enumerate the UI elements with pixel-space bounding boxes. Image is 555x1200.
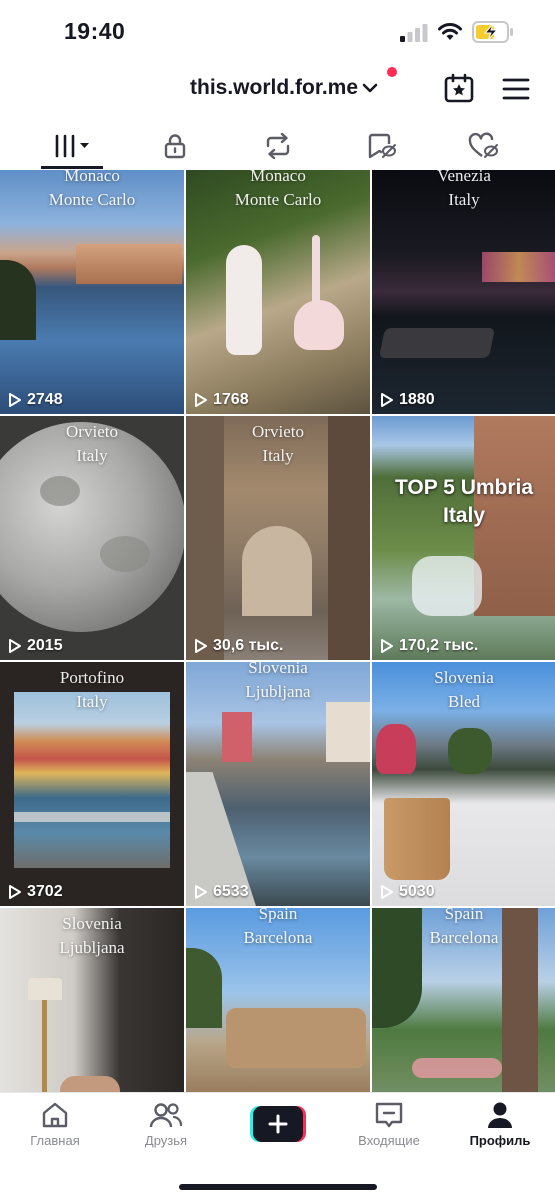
video-thumbnail[interactable]: Slovenia Bled 5030 [372, 662, 555, 906]
play-icon [381, 885, 393, 899]
play-icon [195, 393, 207, 407]
play-icon [9, 393, 21, 407]
view-count: 2748 [8, 391, 63, 409]
calendar-star-icon[interactable] [444, 73, 474, 103]
chevron-down-icon [362, 83, 378, 93]
nav-profile-label: Профиль [469, 1133, 531, 1148]
video-caption: Orvieto Italy [252, 422, 304, 465]
hamburger-menu-icon[interactable] [502, 77, 530, 101]
video-caption: Spain Barcelona [429, 908, 499, 947]
play-icon [9, 885, 21, 899]
wifi-icon [438, 23, 462, 40]
video-thumbnail[interactable]: Orvieto Italy 30,6 тыс. [186, 416, 370, 660]
nav-home-label: Главная [30, 1133, 80, 1148]
video-thumbnail[interactable]: Monaco Monte Carlo 1768 [186, 170, 370, 414]
video-thumbnail[interactable]: Monaco Monte Carlo 2748 [0, 170, 184, 414]
home-icon [42, 1102, 68, 1128]
create-plus-icon[interactable]: + [250, 1106, 306, 1142]
play-icon [195, 639, 207, 653]
video-caption: Spain Barcelona [243, 908, 313, 947]
tab-liked[interactable] [466, 130, 502, 162]
repost-icon [266, 133, 290, 159]
video-grid: Monaco Monte Carlo 2748 Monaco Monte Carlo… [0, 170, 555, 1092]
friends-icon [149, 1103, 183, 1128]
account-switcher[interactable]: this.world.for.me [190, 76, 378, 100]
play-icon [9, 639, 21, 653]
video-thumbnail[interactable]: Spain Barcelona [186, 908, 370, 1092]
grid-icon [55, 134, 89, 158]
profile-header: this.world.for.me [0, 64, 555, 116]
play-icon [381, 393, 393, 407]
video-thumbnail[interactable]: Spain Barcelona [372, 908, 555, 1092]
cellular-signal-icon [400, 24, 428, 42]
bookmark-hidden-icon [368, 133, 397, 159]
video-caption: Orvieto Italy [66, 422, 118, 465]
username: this.world.for.me [190, 76, 359, 99]
view-count: 1768 [194, 391, 249, 409]
view-count: 2015 [8, 637, 63, 655]
view-count: 170,2 тыс. [380, 637, 478, 655]
nav-profile[interactable]: Профиль [450, 1101, 550, 1148]
nav-inbox-label: Входящие [358, 1133, 420, 1148]
video-thumbnail[interactable]: Orvieto Italy 2015 [0, 416, 184, 660]
profile-icon [488, 1102, 512, 1128]
video-caption: Portofino Italy [59, 668, 125, 711]
active-tab-indicator [41, 166, 103, 169]
view-count: 6533 [194, 883, 249, 901]
tab-reposts[interactable] [260, 130, 296, 162]
view-count: 3702 [8, 883, 63, 901]
tab-private[interactable] [157, 130, 193, 162]
view-count: 30,6 тыс. [194, 637, 283, 655]
video-caption: Slovenia Ljubljana [59, 914, 125, 957]
video-thumbnail[interactable]: Slovenia Ljubljana 6533 [186, 662, 370, 906]
status-time: 19:40 [64, 18, 126, 44]
battery-charging-icon [472, 21, 513, 43]
notification-dot [387, 67, 397, 77]
nav-friends-label: Друзья [144, 1133, 188, 1148]
svg-text:+: + [250, 1106, 251, 1107]
video-caption: Slovenia Ljubljana [245, 662, 311, 701]
video-thumbnail[interactable]: Slovenia Ljubljana [0, 908, 184, 1092]
video-caption: TOP 5 Umbria Italy [394, 476, 534, 527]
video-thumbnail[interactable]: TOP 5 Umbria Italy 170,2 тыс. [372, 416, 555, 660]
inbox-icon [375, 1102, 403, 1128]
video-caption: Venezia Italy [437, 170, 491, 209]
video-thumbnail[interactable]: Venezia Italy 1880 [372, 170, 555, 414]
play-icon [195, 885, 207, 899]
play-icon [381, 639, 393, 653]
nav-inbox[interactable]: Входящие [339, 1101, 439, 1148]
video-thumbnail[interactable]: Portofino Italy 3702 [0, 662, 184, 906]
video-caption: Slovenia Bled [434, 668, 494, 711]
lock-icon [164, 134, 186, 159]
profile-tabs [0, 124, 555, 170]
video-caption: Monaco Monte Carlo [48, 170, 136, 209]
view-count: 1880 [380, 391, 435, 409]
tab-favorites[interactable] [364, 130, 400, 162]
tab-videos-grid[interactable] [52, 130, 96, 162]
status-bar: 19:40 [0, 0, 555, 64]
nav-home[interactable]: Главная [5, 1101, 105, 1148]
nav-friends[interactable]: Друзья [116, 1101, 216, 1148]
home-indicator [179, 1184, 377, 1190]
video-caption: Monaco Monte Carlo [234, 170, 322, 209]
heart-hidden-icon [468, 132, 499, 158]
view-count: 5030 [380, 883, 435, 901]
